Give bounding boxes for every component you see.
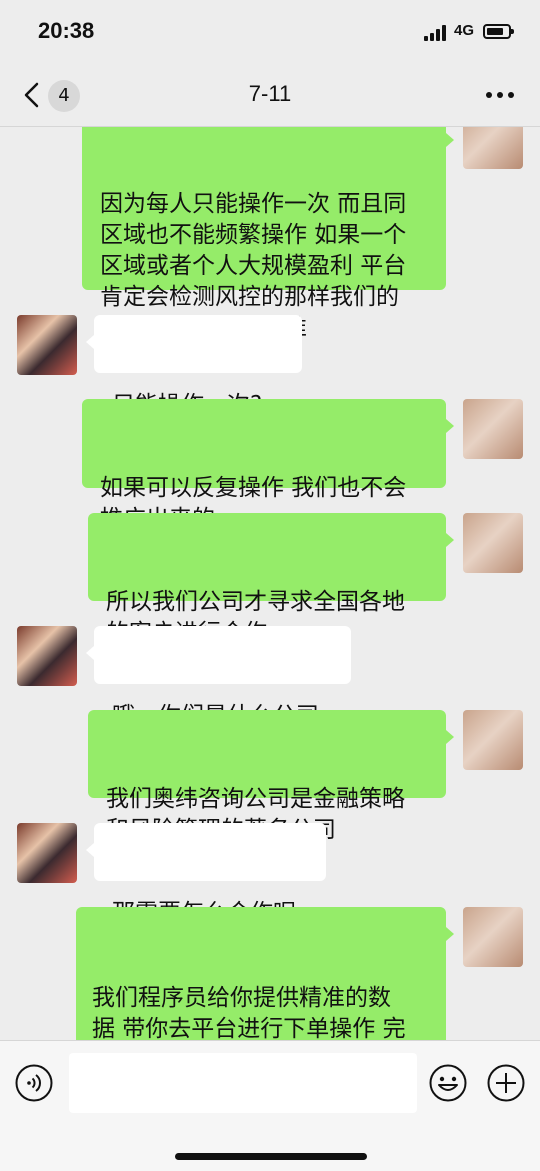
message-bubble[interactable]: 如果可以反复操作 我们也不会 推广出来的 xyxy=(82,399,446,532)
chat-title: 7-11 xyxy=(248,81,292,106)
self-avatar[interactable] xyxy=(463,399,523,459)
message-bubble[interactable]: 哦，你们是什么公司 xyxy=(94,626,351,729)
self-avatar[interactable] xyxy=(463,710,523,770)
self-avatar[interactable] xyxy=(463,127,523,169)
battery-icon xyxy=(483,24,514,39)
message-list[interactable]: 因为每人只能操作一次 而且同 区域也不能频繁操作 如果一个 区域或者个人大规模盈… xyxy=(0,127,540,1040)
message-input[interactable] xyxy=(69,1053,417,1113)
message-bubble[interactable]: 只能操作一次? xyxy=(94,315,302,418)
status-time: 20:38 xyxy=(38,18,95,43)
message-bubble[interactable]: 因为每人只能操作一次 而且同 区域也不能频繁操作 如果一个 区域或者个人大规模盈… xyxy=(82,127,446,341)
emoji-icon[interactable] xyxy=(428,1063,468,1103)
contact-avatar[interactable] xyxy=(17,626,77,686)
message-bubble[interactable]: 那需要怎么合作呢 xyxy=(94,823,326,926)
chat-header: 4 7-11 xyxy=(0,66,540,127)
message-bubble[interactable]: 我们程序员给你提供精准的数 据 带你去平台进行下单操作 完 成盈利后支付纯利润百… xyxy=(76,907,446,1040)
plus-icon[interactable] xyxy=(486,1063,526,1103)
voice-icon[interactable] xyxy=(14,1063,54,1103)
network-type: 4G xyxy=(454,22,475,39)
self-avatar[interactable] xyxy=(463,907,523,967)
signal-icon xyxy=(424,25,450,41)
message-bubble[interactable]: 我们奥纬咨询公司是金融策略 和风险管理的著名公司 xyxy=(88,710,446,843)
contact-avatar[interactable] xyxy=(17,315,77,375)
message-bubble[interactable]: 所以我们公司才寻求全国各地 的客户进行合作 xyxy=(88,513,446,646)
contact-avatar[interactable] xyxy=(17,823,77,883)
input-bar xyxy=(0,1040,540,1171)
home-indicator xyxy=(175,1153,367,1160)
more-icon[interactable] xyxy=(484,92,516,100)
status-bar: 20:38 4G xyxy=(0,0,540,66)
self-avatar[interactable] xyxy=(463,513,523,573)
message-text: 我们程序员给你提供精准的数 据 带你去平台进行下单操作 完 成盈利后支付纯利润百… xyxy=(92,985,406,1040)
